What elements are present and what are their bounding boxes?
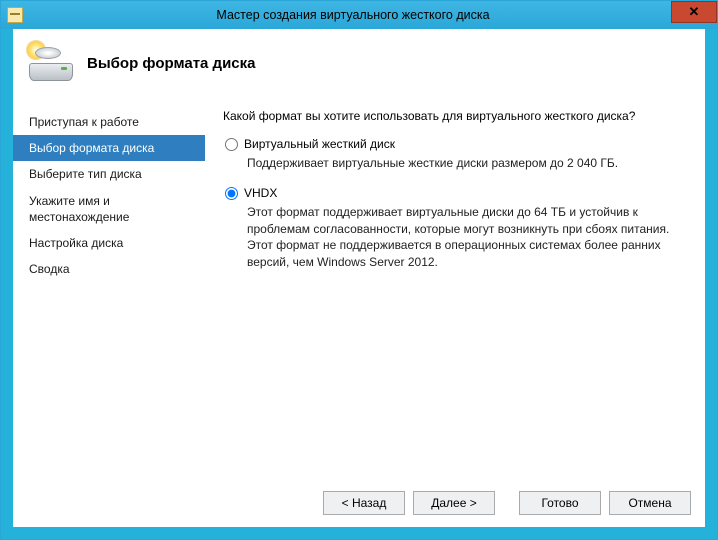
titlebar: Мастер создания виртуального жесткого ди… (1, 1, 717, 29)
wizard-footer: < Назад Далее > Готово Отмена (13, 481, 705, 527)
option-vhd[interactable]: Виртуальный жесткий диск (223, 137, 683, 151)
next-button[interactable]: Далее > (413, 491, 495, 515)
radio-vhdx[interactable] (225, 187, 238, 200)
radio-vhd[interactable] (225, 138, 238, 151)
step-getting-started[interactable]: Приступая к работе (13, 109, 205, 135)
wizard-header: Выбор формата диска (13, 29, 705, 97)
option-vhdx-label: VHDX (244, 186, 277, 200)
step-name-location[interactable]: Укажите имя и местонахождение (13, 188, 205, 230)
wizard-body: Приступая к работе Выбор формата диска В… (13, 97, 705, 481)
button-gap (503, 491, 511, 515)
format-question: Какой формат вы хотите использовать для … (223, 109, 683, 123)
step-summary[interactable]: Сводка (13, 256, 205, 282)
cancel-button[interactable]: Отмена (609, 491, 691, 515)
app-icon (7, 7, 23, 23)
page-title: Выбор формата диска (87, 55, 256, 72)
close-button[interactable]: ✕ (671, 1, 717, 23)
option-vhdx[interactable]: VHDX (223, 186, 683, 200)
wizard-window: Мастер создания виртуального жесткого ди… (0, 0, 718, 540)
option-vhdx-desc: Этот формат поддерживает виртуальные дис… (247, 204, 683, 271)
window-body: Выбор формата диска Приступая к работе В… (1, 29, 717, 539)
disk-wizard-icon (29, 43, 75, 83)
step-choose-type[interactable]: Выберите тип диска (13, 161, 205, 187)
step-configure-disk[interactable]: Настройка диска (13, 230, 205, 256)
option-vhd-desc: Поддерживает виртуальные жесткие диски р… (247, 155, 683, 172)
close-icon: ✕ (689, 4, 700, 20)
window-title: Мастер создания виртуального жесткого ди… (29, 8, 717, 22)
wizard-steps-sidebar: Приступая к работе Выбор формата диска В… (13, 101, 205, 481)
option-vhd-label: Виртуальный жесткий диск (244, 137, 395, 151)
step-choose-format[interactable]: Выбор формата диска (13, 135, 205, 161)
finish-button[interactable]: Готово (519, 491, 601, 515)
back-button[interactable]: < Назад (323, 491, 405, 515)
wizard-content: Какой формат вы хотите использовать для … (205, 101, 705, 481)
